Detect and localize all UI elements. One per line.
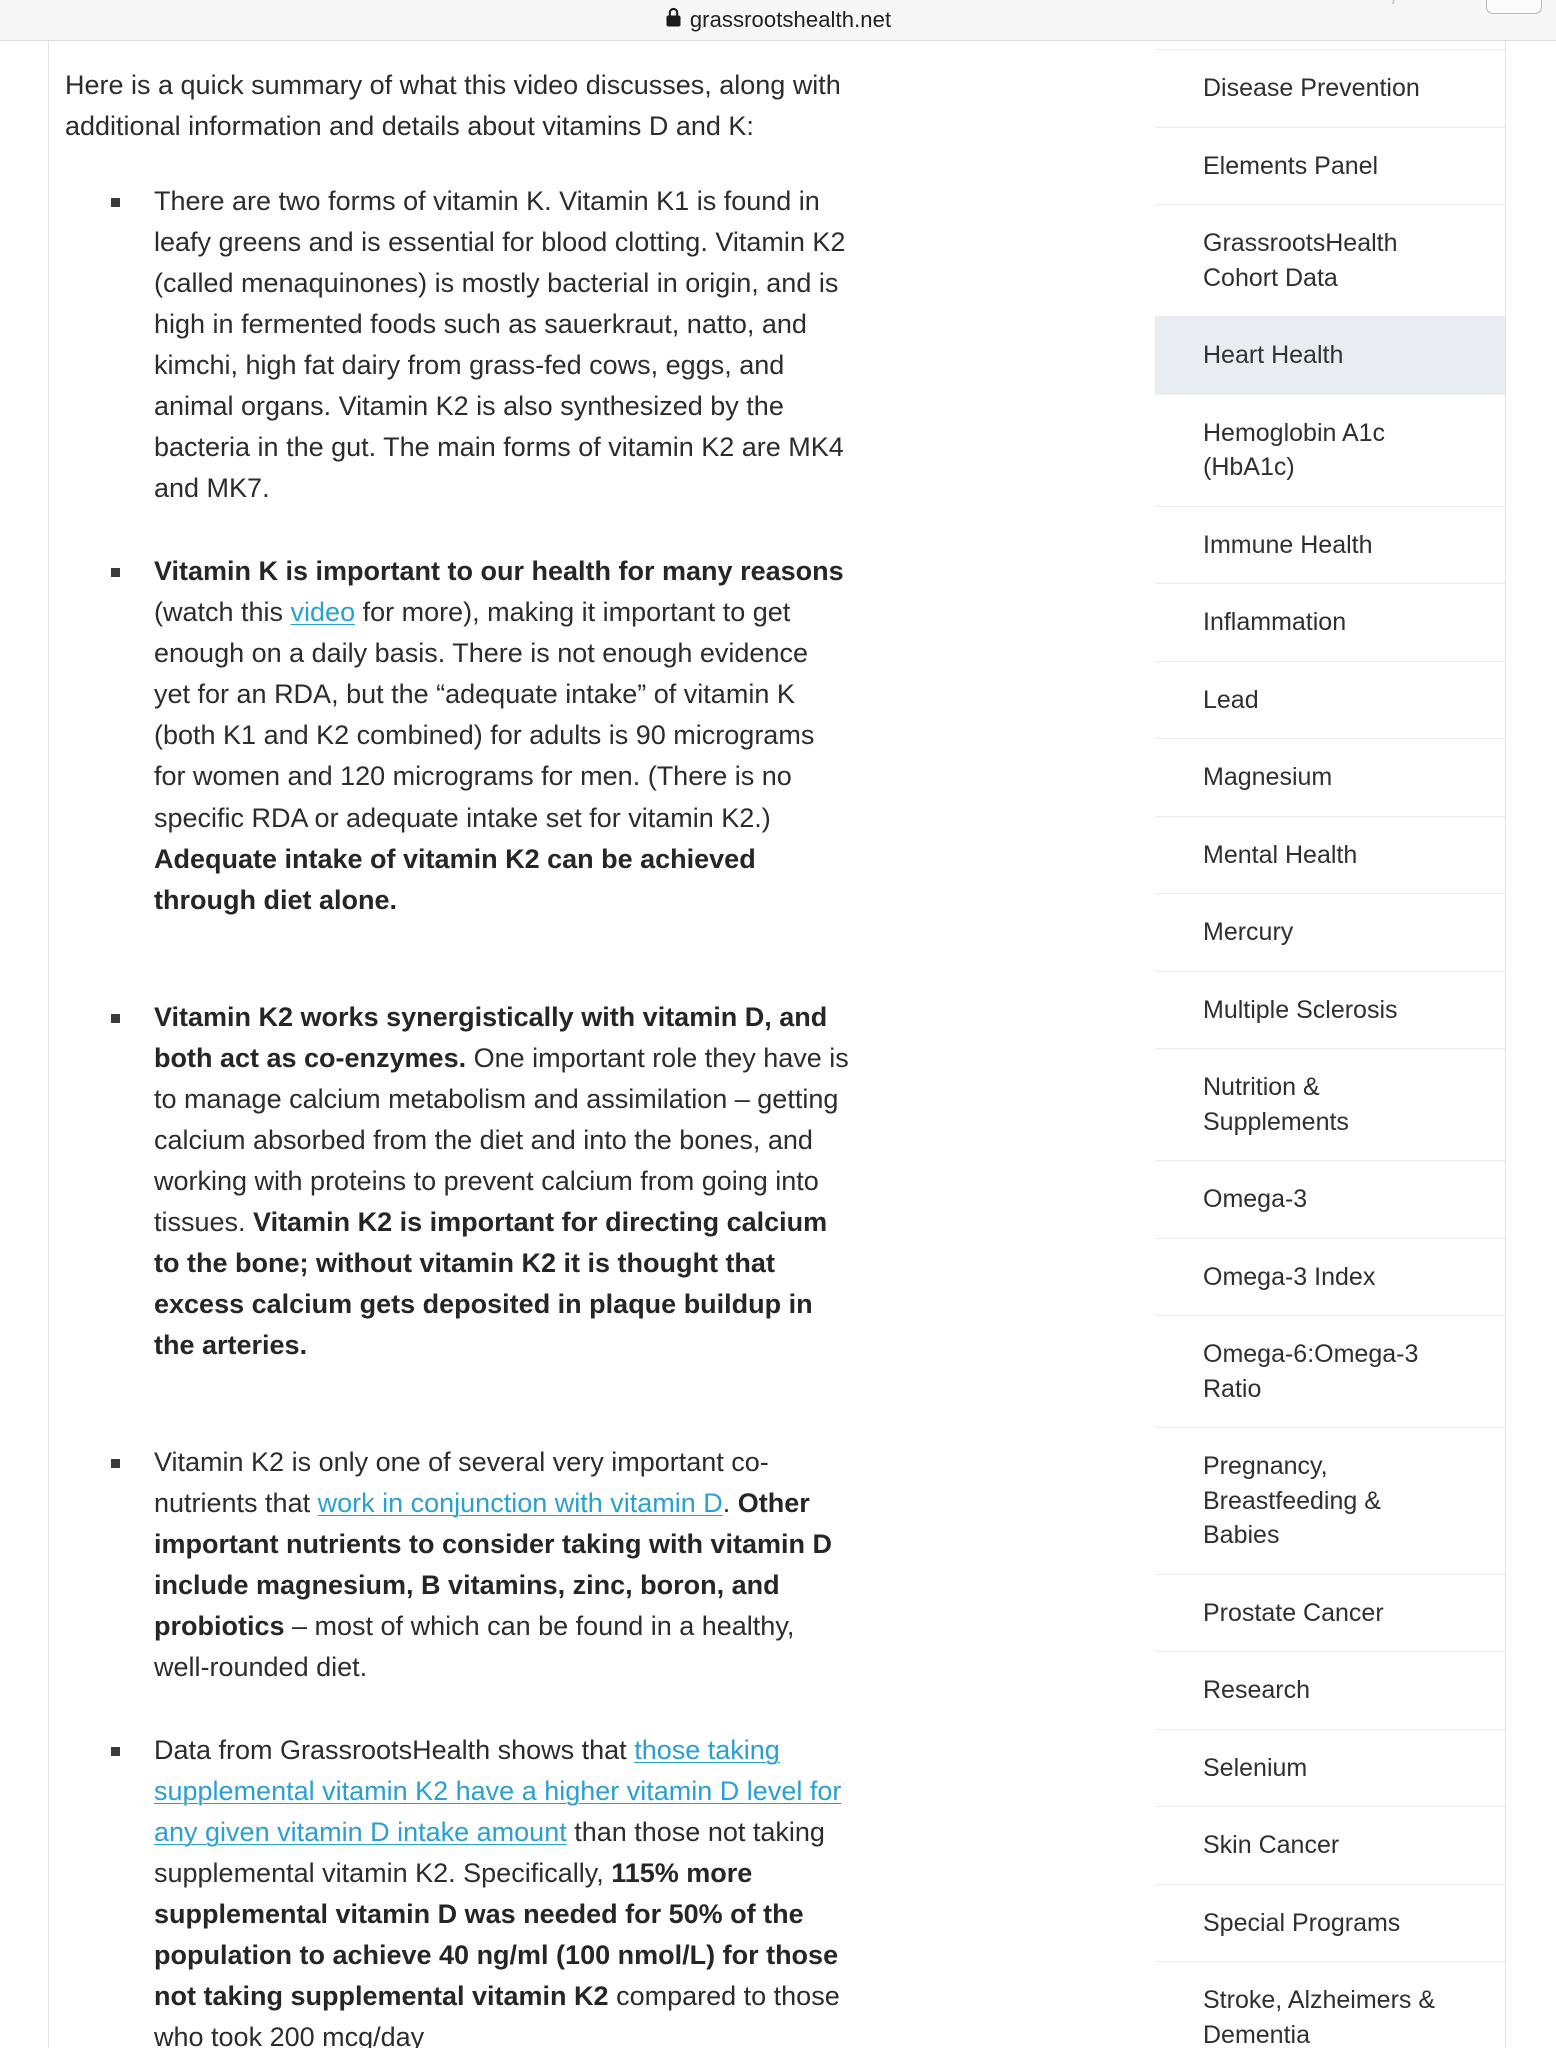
browser-chrome-bar: grassrootshealth.net	[0, 0, 1556, 40]
sidebar-item-label: Lead	[1203, 685, 1259, 714]
url-text: grassrootshealth.net	[689, 7, 892, 32]
bullet-vitamin-k-forms: There are two forms of vitamin K. Vitami…	[65, 181, 849, 509]
sidebar-item-label: Special Programs	[1203, 1908, 1401, 1937]
chrome-tab-edge	[1392, 0, 1396, 5]
chrome-toolbar-button[interactable]	[1486, 0, 1542, 14]
category-sidebar: Disease Prevention Elements Panel Grassroo…	[1155, 41, 1505, 2048]
emphasis-text: Vitamin K2 is important for directing ca…	[154, 1206, 828, 1360]
summary-bullet-list: There are two forms of vitamin K. Vitami…	[65, 181, 849, 2048]
sidebar-item-label: Multiple Sclerosis	[1203, 995, 1398, 1024]
sidebar-item-lead[interactable]: Lead	[1155, 662, 1505, 739]
sidebar-item-immune-health[interactable]: Immune Health	[1155, 507, 1505, 584]
sidebar-item-label: Disease Prevention	[1203, 74, 1420, 102]
sidebar-item-elements-panel[interactable]: Elements Panel	[1155, 128, 1505, 205]
sidebar-item-label: Hemoglobin A1c (HbA1c)	[1203, 418, 1386, 482]
sidebar-item-nutrition-supplements[interactable]: Nutrition & Supplements	[1155, 1049, 1505, 1161]
sidebar-item-label: Research	[1203, 1676, 1310, 1704]
article-content: Here is a quick summary of what this vid…	[49, 41, 889, 2048]
emphasis-text: Vitamin K is important to our health for…	[154, 556, 844, 587]
sidebar-item-stroke-alzheimers-dementia[interactable]: Stroke, Alzheimers & Dementia	[1155, 1962, 1505, 2048]
sidebar-item-omega-3[interactable]: Omega-3	[1155, 1161, 1505, 1239]
lock-icon	[665, 7, 682, 34]
sidebar-item-disease-prevention[interactable]: Disease Prevention	[1155, 49, 1505, 128]
body-text: .	[722, 1487, 738, 1518]
sidebar-item-label: Stroke, Alzheimers & Dementia	[1203, 1986, 1436, 2048]
body-text: for more), making it important to get en…	[154, 597, 815, 833]
body-text: (watch this	[154, 597, 291, 628]
sidebar-item-skin-cancer[interactable]: Skin Cancer	[1155, 1807, 1505, 1885]
sidebar-item-label: Nutrition & Supplements	[1203, 1073, 1349, 1136]
bullet-vitamin-k-importance: Vitamin K is important to our health for…	[65, 551, 849, 920]
sidebar-item-heart-health[interactable]: Heart Health	[1155, 317, 1505, 395]
sidebar-item-label: Immune Health	[1203, 530, 1373, 559]
sidebar-item-label: Elements Panel	[1203, 151, 1379, 180]
sidebar-item-label: Omega-3 Index	[1203, 1262, 1376, 1291]
body-text: There are two forms of vitamin K. Vitami…	[154, 186, 846, 504]
emphasis-text: Adequate intake of vitamin K2 can be ach…	[154, 843, 756, 915]
inline-link[interactable]: video	[291, 597, 356, 627]
page-frame-right-rule	[1505, 41, 1506, 2048]
bullet-grassroots-data: Data from GrassrootsHealth shows that th…	[65, 1730, 849, 2048]
sidebar-item-inflammation[interactable]: Inflammation	[1155, 584, 1505, 662]
sidebar-item-mental-health[interactable]: Mental Health	[1155, 817, 1505, 894]
address-bar[interactable]: grassrootshealth.net	[665, 7, 891, 34]
bullet-k2-synergy: Vitamin K2 works synergistically with vi…	[65, 997, 849, 1366]
sidebar-item-magnesium[interactable]: Magnesium	[1155, 739, 1505, 817]
sidebar-item-omega-6-omega-3-ratio[interactable]: Omega-6:Omega-3 Ratio	[1155, 1316, 1505, 1428]
sidebar-item-special-programs[interactable]: Special Programs	[1155, 1885, 1505, 1962]
sidebar-item-label: Pregnancy, Breastfeeding & Babies	[1203, 1452, 1381, 1549]
sidebar-item-label: Prostate Cancer	[1203, 1598, 1384, 1627]
sidebar-item-label: Mercury	[1203, 918, 1294, 946]
sidebar-item-label: Selenium	[1203, 1753, 1308, 1782]
sidebar-item-label: Heart Health	[1203, 341, 1344, 369]
body-text: Data from GrassrootsHealth shows that	[154, 1735, 635, 1766]
inline-link[interactable]: work in conjunction with vitamin D	[318, 1488, 723, 1518]
sidebar-item-label: GrassrootsHealth Cohort Data	[1203, 229, 1398, 292]
sidebar-item-label: Omega-3	[1203, 1185, 1308, 1213]
sidebar-item-label: Omega-6:Omega-3 Ratio	[1203, 1340, 1419, 1403]
page-viewport: Here is a quick summary of what this vid…	[0, 41, 1556, 2048]
sidebar-item-pregnancy-breastfeeding-babies[interactable]: Pregnancy, Breastfeeding & Babies	[1155, 1428, 1505, 1575]
intro-paragraph: Here is a quick summary of what this vid…	[65, 70, 841, 142]
sidebar-item-label: Magnesium	[1203, 763, 1333, 791]
sidebar-item-research[interactable]: Research	[1155, 1652, 1505, 1730]
sidebar-item-selenium[interactable]: Selenium	[1155, 1730, 1505, 1807]
sidebar-item-label: Mental Health	[1203, 840, 1358, 869]
bullet-co-nutrients: Vitamin K2 is only one of several very i…	[65, 1442, 849, 1688]
sidebar-item-grassrootshealth-cohort-data[interactable]: GrassrootsHealth Cohort Data	[1155, 205, 1505, 317]
sidebar-item-omega-3-index[interactable]: Omega-3 Index	[1155, 1239, 1505, 1316]
sidebar-item-label: Inflammation	[1203, 608, 1347, 636]
sidebar-item-prostate-cancer[interactable]: Prostate Cancer	[1155, 1575, 1505, 1652]
sidebar-item-label: Skin Cancer	[1203, 1831, 1340, 1859]
sidebar-item-multiple-sclerosis[interactable]: Multiple Sclerosis	[1155, 972, 1505, 1049]
sidebar-item-mercury[interactable]: Mercury	[1155, 894, 1505, 972]
sidebar-item-hemoglobin-a1c-hba1c[interactable]: Hemoglobin A1c (HbA1c)	[1155, 395, 1505, 507]
